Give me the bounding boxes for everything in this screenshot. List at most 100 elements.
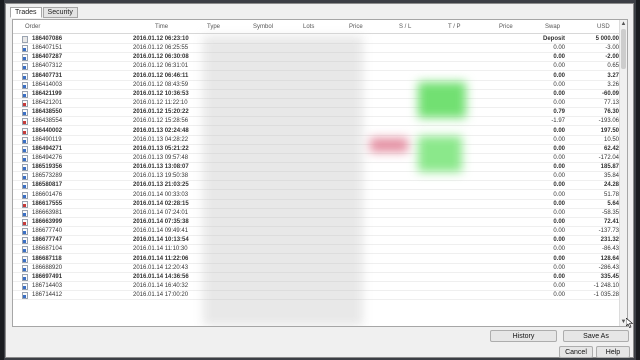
trade-type-icon xyxy=(22,63,28,71)
trade-type-icon xyxy=(22,145,28,153)
trade-type-icon xyxy=(22,209,28,217)
usd-cell: 5.64 xyxy=(607,200,619,207)
time-cell: 2016.01.14 10:13:54 xyxy=(133,237,189,244)
trade-type-icon xyxy=(22,81,28,89)
time-cell: 2016.01.13 21:03:25 xyxy=(133,182,189,189)
time-cell: 2016.01.14 12:20:43 xyxy=(133,264,189,271)
history-button[interactable]: History xyxy=(490,330,557,342)
swap-cell: 0.00 xyxy=(553,72,565,79)
time-cell: 2016.01.12 06:46:11 xyxy=(133,72,189,79)
column-header-type[interactable]: Type xyxy=(207,23,220,31)
sl-highlight xyxy=(370,138,408,152)
time-cell: 2016.01.13 04:28:22 xyxy=(133,136,189,143)
usd-cell: -1 248.10 xyxy=(593,283,619,290)
trade-type-icon xyxy=(22,100,28,108)
column-header-time[interactable]: Time xyxy=(155,23,168,31)
trade-type-icon xyxy=(22,154,28,162)
column-header-usd[interactable]: USD xyxy=(597,23,610,31)
order-cell: 186438550 xyxy=(32,109,63,116)
trade-type-icon xyxy=(22,246,28,254)
order-cell: 186687118 xyxy=(32,255,62,262)
trade-type-icon xyxy=(22,264,28,272)
usd-cell: 24.28 xyxy=(603,182,619,189)
swap-cell: 0.00 xyxy=(553,81,565,88)
usd-cell: -193.06 xyxy=(598,118,619,125)
order-cell: 186677747 xyxy=(32,237,63,244)
time-cell: 2016.01.13 02:24:48 xyxy=(133,127,189,134)
order-cell: 186494271 xyxy=(32,145,63,152)
order-cell: 186407287 xyxy=(32,54,63,61)
order-cell: 186407312 xyxy=(32,63,63,70)
time-cell: 2016.01.14 00:33:03 xyxy=(133,191,189,198)
swap-cell: 0.00 xyxy=(553,292,565,299)
time-cell: 2016.01.14 17:00:20 xyxy=(133,292,189,299)
swap-cell: 0.00 xyxy=(553,182,565,189)
column-header-sl[interactable]: S / L xyxy=(399,23,411,31)
order-cell: 186663999 xyxy=(32,219,63,225)
save-as-button[interactable]: Save As xyxy=(563,330,629,342)
time-cell: 2016.01.12 15:28:56 xyxy=(133,118,189,125)
time-cell: 2016.01.12 15:20:22 xyxy=(133,109,189,116)
column-header-close-price[interactable]: Price xyxy=(499,23,513,31)
column-header-lots[interactable]: Lots xyxy=(303,23,314,31)
trade-type-icon xyxy=(22,54,28,62)
trade-type-icon xyxy=(22,164,28,172)
swap-cell: 0.00 xyxy=(553,209,565,216)
help-button[interactable]: Help xyxy=(596,346,630,358)
time-cell: 2016.01.12 08:43:59 xyxy=(133,81,189,88)
swap-cell: 0.00 xyxy=(553,228,565,235)
order-cell: 186714412 xyxy=(32,292,63,299)
column-header-tp[interactable]: T / P xyxy=(448,23,461,31)
swap-cell: 0.00 xyxy=(553,283,565,290)
order-cell: 186697491 xyxy=(32,273,63,280)
column-header-swap[interactable]: Swap xyxy=(545,23,560,31)
swap-cell: 0.00 xyxy=(553,164,565,171)
usd-cell: 185.87 xyxy=(600,164,619,171)
tab-security[interactable]: Security xyxy=(42,7,78,18)
time-cell: 2016.01.12 06:31:01 xyxy=(133,63,189,70)
swap-cell: 0.00 xyxy=(553,54,565,61)
order-cell: 186617555 xyxy=(32,200,63,207)
cancel-button[interactable]: Cancel xyxy=(559,346,593,358)
trade-type-icon xyxy=(22,237,28,245)
swap-cell: Deposit xyxy=(542,36,565,42)
trade-type-icon xyxy=(22,228,28,236)
usd-cell: 335.45 xyxy=(600,273,619,280)
usd-cell: -3.00 xyxy=(605,45,619,52)
swap-cell: 0.00 xyxy=(553,191,565,198)
swap-cell: 0.00 xyxy=(553,219,565,225)
usd-cell: 128.64 xyxy=(600,255,619,262)
trade-type-icon xyxy=(22,200,28,208)
order-cell: 186573289 xyxy=(32,173,63,180)
time-cell: 2016.01.12 06:23:10 xyxy=(133,36,189,42)
swap-cell: 0.00 xyxy=(553,63,565,70)
time-cell: 2016.01.14 14:36:56 xyxy=(133,273,189,280)
background-edge-left xyxy=(0,0,4,360)
order-cell: 186407151 xyxy=(32,45,63,52)
table-header: Order Time Type Symbol Lots Price S / L … xyxy=(13,20,621,34)
time-cell: 2016.01.13 09:57:48 xyxy=(133,154,189,161)
tab-trades[interactable]: Trades xyxy=(10,7,42,18)
usd-cell: 0.65 xyxy=(607,63,619,70)
trade-history-dialog: Trades Security Order Time Type Symbol L… xyxy=(5,3,634,358)
usd-cell: 77.13 xyxy=(603,100,619,107)
scroll-up-arrow-icon[interactable]: ▲ xyxy=(620,20,627,28)
tab-bar: Trades Security xyxy=(10,7,79,19)
vertical-scrollbar[interactable]: ▲ ▼ xyxy=(619,20,627,326)
swap-cell: 0.00 xyxy=(553,90,565,97)
usd-cell: 35.84 xyxy=(603,173,619,180)
usd-cell: 5 000.00 xyxy=(595,36,619,42)
swap-cell: 0.00 xyxy=(553,127,565,134)
column-header-price[interactable]: Price xyxy=(349,23,363,31)
order-cell: 186494276 xyxy=(32,154,63,161)
time-cell: 2016.01.14 16:40:32 xyxy=(133,283,189,290)
order-cell: 186714403 xyxy=(32,283,63,290)
order-cell: 186687104 xyxy=(32,246,63,253)
column-header-order[interactable]: Order xyxy=(25,23,40,31)
time-cell: 2016.01.13 05:21:22 xyxy=(133,145,189,152)
time-cell: 2016.01.12 06:25:55 xyxy=(133,45,189,52)
time-cell: 2016.01.14 07:35:38 xyxy=(133,219,189,225)
column-header-symbol[interactable]: Symbol xyxy=(253,23,273,31)
order-cell: 186677740 xyxy=(32,228,63,235)
scroll-thumb[interactable] xyxy=(621,29,626,69)
